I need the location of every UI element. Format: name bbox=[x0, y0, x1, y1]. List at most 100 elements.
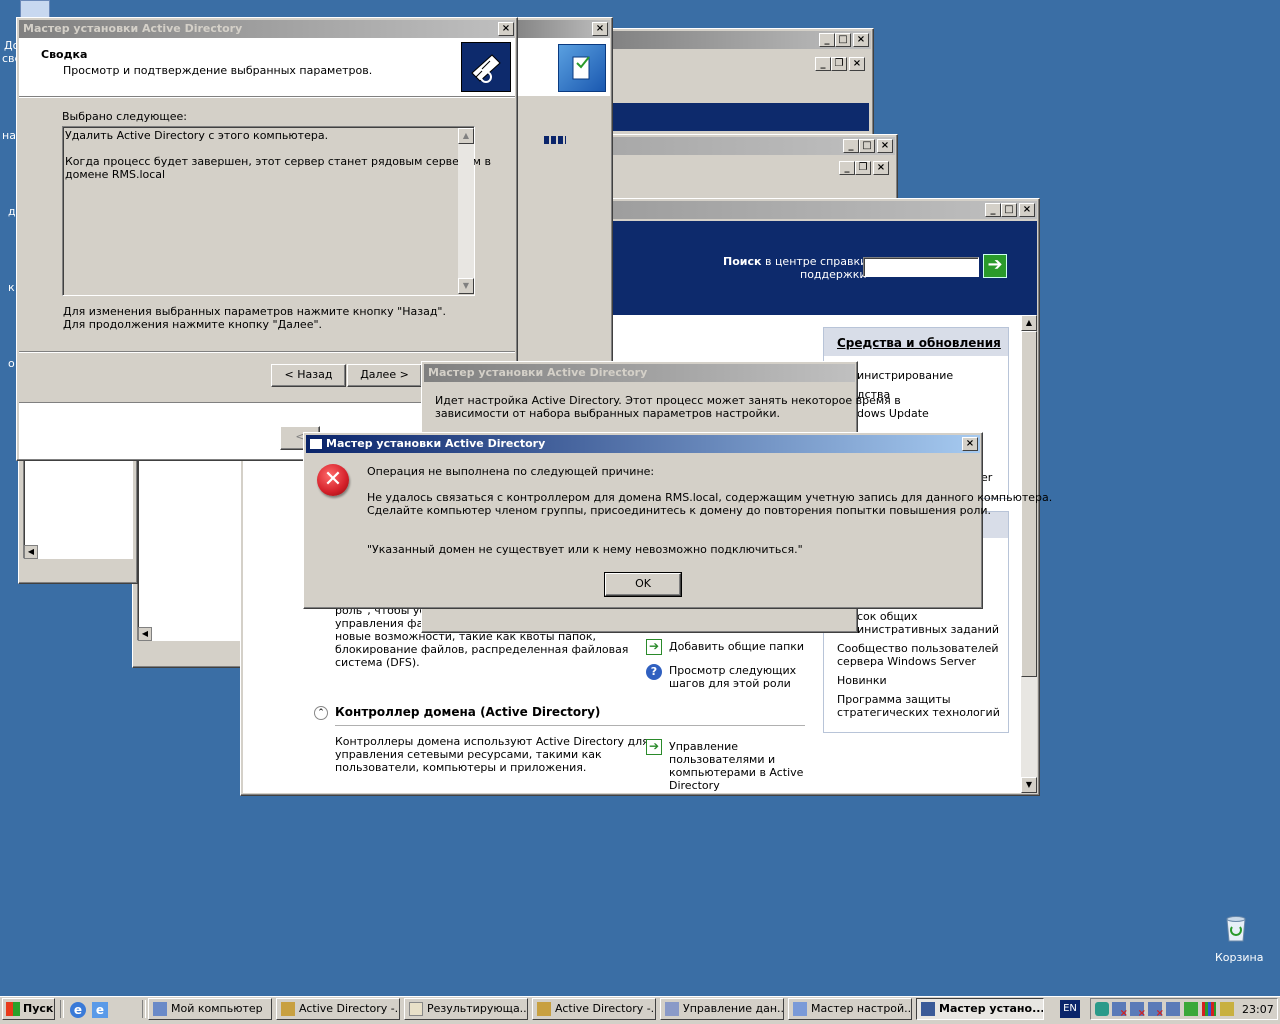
start-button[interactable]: Пуск bbox=[2, 998, 55, 1020]
quicklaunch-separator bbox=[60, 1000, 64, 1018]
tray-network-error-icon[interactable]: × bbox=[1148, 1002, 1164, 1019]
server-icon bbox=[665, 1002, 679, 1016]
minimize-button[interactable]: _ bbox=[819, 33, 835, 47]
add-shared-folders-link[interactable]: Добавить общие папки bbox=[669, 640, 804, 653]
taskbar-item-label: Управление дан... bbox=[683, 1002, 784, 1015]
taskbar-item-config-wizard[interactable]: Мастер настрой... bbox=[788, 998, 912, 1020]
maximize-button[interactable]: □ bbox=[835, 33, 851, 47]
minimize-button[interactable]: _ bbox=[985, 203, 1001, 217]
summary-textbox[interactable]: Удалить Active Directory с этого компьют… bbox=[62, 126, 491, 296]
scroll-left-button[interactable]: ◀ bbox=[24, 545, 38, 559]
ad-icon bbox=[281, 1002, 295, 1016]
inner-minimize-button[interactable]: _ bbox=[815, 57, 831, 71]
ie-icon[interactable]: e bbox=[92, 1002, 108, 1018]
hint-line: Для продолжения нажмите кнопку "Далее". bbox=[63, 318, 323, 331]
close-button[interactable]: × bbox=[853, 33, 869, 47]
taskbar-item-label: Мастер настрой... bbox=[811, 1002, 912, 1015]
manage-users-link[interactable]: Directory bbox=[669, 779, 720, 792]
wizard-summary-titlebar[interactable]: Мастер установки Active Directory bbox=[19, 20, 515, 38]
tray-x-icon: × bbox=[1119, 1008, 1128, 1019]
manage-users-link[interactable]: компьютерами в Active bbox=[669, 766, 803, 779]
taskbar-item-label: Мастер устано... bbox=[939, 1002, 1044, 1015]
taskbar-item-rsop[interactable]: Результирующа... bbox=[404, 998, 528, 1020]
close-button[interactable]: × bbox=[592, 22, 608, 36]
tray-update-icon[interactable] bbox=[1184, 1002, 1198, 1016]
scroll-down-button[interactable]: ▼ bbox=[458, 278, 474, 294]
search-label: Поиск в центре справки и bbox=[723, 255, 878, 268]
tray-network-icon[interactable] bbox=[1095, 1002, 1109, 1016]
wizard-banner-icon bbox=[461, 42, 511, 92]
ok-button[interactable]: OK bbox=[604, 572, 682, 597]
summary-scrollbar[interactable] bbox=[458, 128, 474, 294]
scroll-thumb[interactable] bbox=[1021, 331, 1037, 677]
see-also-link[interactable]: инистративных заданий bbox=[857, 623, 999, 636]
see-also-link[interactable]: сок общих bbox=[857, 610, 917, 623]
hint-line: Для изменения выбранных параметров нажми… bbox=[63, 305, 446, 318]
tools-link[interactable]: dows Update bbox=[857, 407, 929, 420]
close-button[interactable]: × bbox=[877, 139, 893, 153]
see-also-link[interactable]: Программа защиты bbox=[837, 693, 951, 706]
close-button[interactable]: × bbox=[498, 22, 514, 36]
tray-network-error-icon[interactable]: × bbox=[1112, 1002, 1128, 1019]
taskbar-item-active-directory[interactable]: Active Directory -... bbox=[276, 998, 400, 1020]
search-label-bold: Поиск bbox=[723, 255, 762, 268]
maximize-button[interactable]: □ bbox=[859, 139, 875, 153]
see-also-link[interactable]: стратегических технологий bbox=[837, 706, 1000, 719]
progress-text: Идет настройка Active Directory. Этот пр… bbox=[435, 394, 901, 407]
tray-network-error-icon[interactable]: × bbox=[1130, 1002, 1146, 1019]
taskbar-item-active-directory-2[interactable]: Active Directory -... bbox=[532, 998, 656, 1020]
tray-network-icon[interactable] bbox=[1166, 1002, 1180, 1016]
tray-app-icon[interactable] bbox=[1220, 1002, 1234, 1016]
desktop-icon-partial[interactable] bbox=[20, 0, 50, 18]
inner-close-button[interactable]: × bbox=[849, 57, 865, 71]
search-go-button[interactable]: ➔ bbox=[983, 254, 1007, 278]
see-also-link[interactable]: Новинки bbox=[837, 674, 887, 687]
taskbar-item-manage-data[interactable]: Управление дан... bbox=[660, 998, 784, 1020]
inner-restore-button[interactable]: ❐ bbox=[831, 57, 847, 71]
maximize-button[interactable]: □ bbox=[1001, 203, 1017, 217]
scroll-up-button[interactable]: ▲ bbox=[1021, 315, 1037, 331]
next-button[interactable]: Далее > bbox=[347, 364, 422, 387]
inner-close-button[interactable]: × bbox=[873, 161, 889, 175]
ad-icon bbox=[537, 1002, 551, 1016]
language-indicator[interactable]: EN bbox=[1060, 1000, 1080, 1018]
see-also-link[interactable]: сервера Windows Server bbox=[837, 655, 976, 668]
scroll-up-button[interactable]: ▲ bbox=[458, 128, 474, 144]
next-steps-link[interactable]: шагов для этой роли bbox=[669, 677, 791, 690]
error-dialog-titlebar[interactable]: Мастер установки Active Directory bbox=[306, 435, 980, 453]
tray-x-icon: × bbox=[1155, 1008, 1164, 1019]
taskbar-item-install-wizard[interactable]: Мастер устано... bbox=[916, 998, 1044, 1020]
desktop-fragment: о bbox=[8, 357, 15, 370]
window-app-icon bbox=[309, 438, 323, 450]
see-also-link[interactable]: Сообщество пользователей bbox=[837, 642, 999, 655]
quicklaunch-separator bbox=[142, 1000, 146, 1018]
progress-text: зависимости от набора выбранных параметр… bbox=[435, 407, 780, 420]
background-window-a: _ □ × _ ❐ × bbox=[600, 28, 874, 138]
error-icon: ✕ bbox=[317, 464, 349, 496]
back-button[interactable]: < Назад bbox=[271, 364, 346, 387]
taskbar-item-my-computer[interactable]: Мой компьютер bbox=[148, 998, 272, 1020]
search-input[interactable] bbox=[863, 257, 979, 277]
close-button[interactable]: × bbox=[962, 437, 978, 451]
manage-users-link[interactable]: пользователями и bbox=[669, 753, 775, 766]
help-icon[interactable]: ? bbox=[646, 664, 662, 680]
recycle-bin-icon[interactable] bbox=[1222, 913, 1250, 943]
arrow-right-icon[interactable]: ➔ bbox=[646, 739, 662, 755]
summary-line: Когда процесс будет завершен, этот серве… bbox=[65, 155, 491, 168]
scroll-left-button[interactable]: ◀ bbox=[138, 627, 152, 641]
wizard-icon bbox=[558, 44, 606, 92]
ie-icon[interactable]: e bbox=[70, 1002, 86, 1018]
wizard-progress-titlebar[interactable]: Мастер установки Active Directory bbox=[424, 364, 855, 382]
scroll-down-button[interactable]: ▼ bbox=[1021, 777, 1037, 793]
tray-display-icon[interactable] bbox=[1202, 1002, 1216, 1016]
inner-restore-button[interactable]: ❐ bbox=[855, 161, 871, 175]
manage-users-link[interactable]: Управление bbox=[669, 740, 738, 753]
close-button[interactable]: × bbox=[1019, 203, 1035, 217]
next-steps-link[interactable]: Просмотр следующих bbox=[669, 664, 796, 677]
tools-link[interactable]: инистрирование bbox=[857, 369, 953, 382]
minimize-button[interactable]: _ bbox=[843, 139, 859, 153]
inner-minimize-button[interactable]: _ bbox=[839, 161, 855, 175]
collapse-icon[interactable]: ⌃ bbox=[314, 706, 328, 720]
clock: 23:07 bbox=[1242, 1003, 1274, 1016]
arrow-right-icon[interactable]: ➔ bbox=[646, 639, 662, 655]
